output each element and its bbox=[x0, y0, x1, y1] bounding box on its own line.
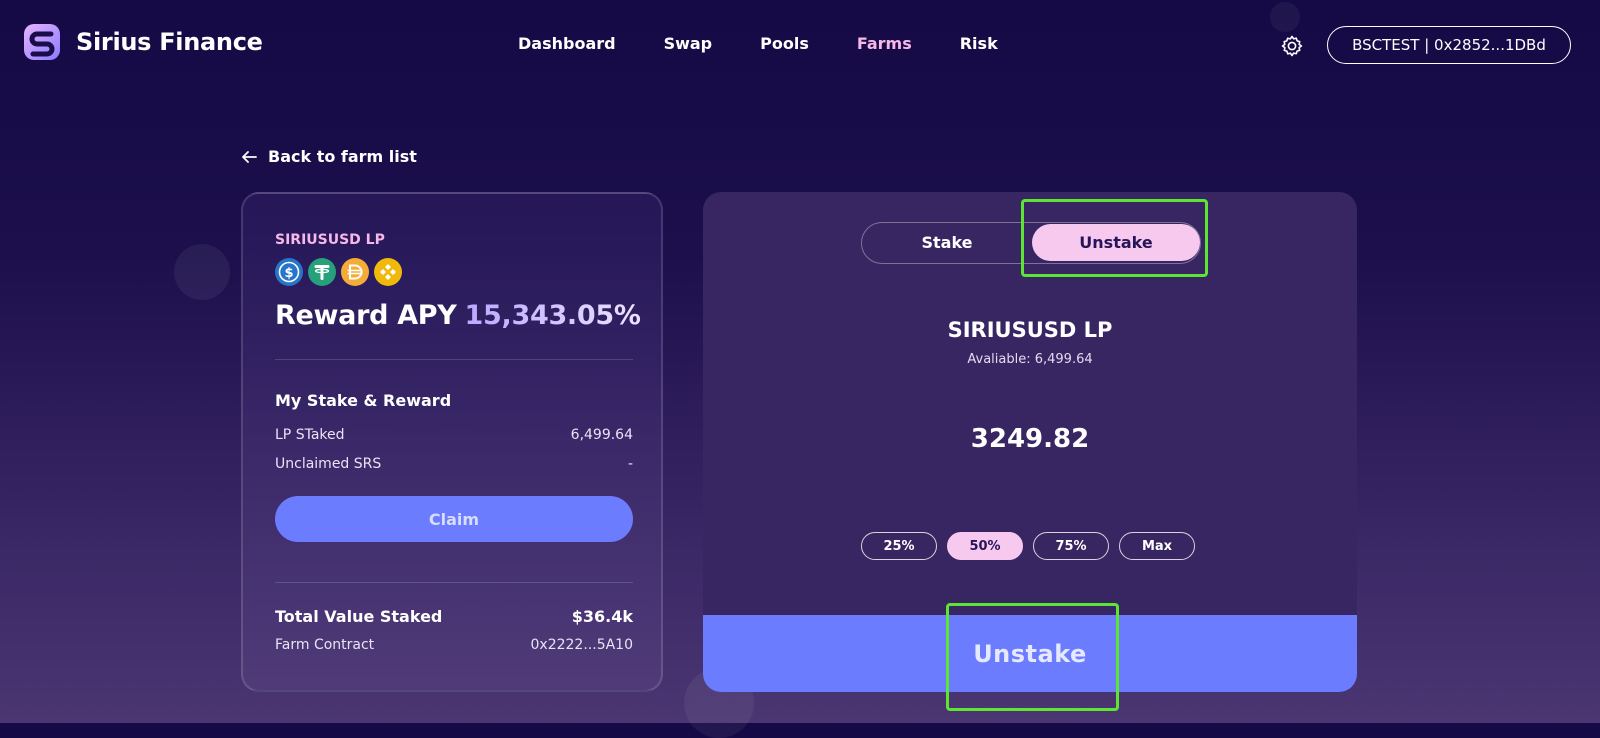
tab-stake[interactable]: Stake bbox=[862, 223, 1032, 262]
busd-icon bbox=[374, 258, 402, 286]
decorative-bubble bbox=[174, 244, 230, 300]
app-name: Sirius Finance bbox=[76, 28, 263, 56]
app-logo[interactable]: Sirius Finance bbox=[22, 22, 263, 62]
nav-dashboard[interactable]: Dashboard bbox=[518, 34, 616, 53]
usdt-icon bbox=[308, 258, 336, 286]
total-value-row: Total Value Staked $36.4k bbox=[275, 607, 633, 626]
decorative-bubble bbox=[1270, 2, 1300, 32]
arrow-left-icon bbox=[242, 150, 257, 163]
contract-address[interactable]: 0x2222...5A10 bbox=[531, 637, 633, 653]
my-stake-title: My Stake & Reward bbox=[275, 391, 452, 410]
pool-name: SIRIUSUSD LP bbox=[275, 232, 385, 248]
percent-75-button[interactable]: 75% bbox=[1033, 532, 1109, 560]
total-value-label: Total Value Staked bbox=[275, 607, 443, 626]
divider bbox=[275, 359, 633, 360]
percent-25-button[interactable]: 25% bbox=[861, 532, 937, 560]
svg-text:$: $ bbox=[284, 266, 293, 281]
claim-button[interactable]: Claim bbox=[275, 496, 633, 542]
nav-pools[interactable]: Pools bbox=[760, 34, 809, 53]
percent-max-button[interactable]: Max bbox=[1119, 532, 1195, 560]
reward-apy: Reward APY 15,343.05% bbox=[275, 300, 641, 331]
back-to-farm-list-link[interactable]: Back to farm list bbox=[240, 147, 417, 166]
percent-50-button[interactable]: 50% bbox=[947, 532, 1023, 560]
farm-info-card: SIRIUSUSD LP $ Reward APY 15,343.05% My S… bbox=[241, 192, 663, 692]
unclaimed-label: Unclaimed SRS bbox=[275, 456, 382, 472]
nav-farms[interactable]: Farms bbox=[857, 34, 912, 53]
nav-swap[interactable]: Swap bbox=[664, 34, 713, 53]
wallet-button[interactable]: BSCTEST | 0x2852...1DBd bbox=[1327, 26, 1571, 64]
sirius-logo-icon bbox=[24, 24, 60, 60]
contract-label: Farm Contract bbox=[275, 637, 375, 653]
contract-row: Farm Contract 0x2222...5A10 bbox=[275, 637, 633, 653]
highlight-box-unstake-tab bbox=[1021, 199, 1208, 277]
percent-options: 25% 50% 75% Max bbox=[861, 532, 1195, 560]
reward-apy-label: Reward APY bbox=[275, 300, 457, 331]
usdc-icon: $ bbox=[275, 258, 303, 286]
reward-apy-value: 15,343.05% bbox=[464, 300, 641, 331]
dai-icon bbox=[341, 258, 369, 286]
highlight-box-unstake-button bbox=[946, 603, 1119, 711]
unclaimed-row: Unclaimed SRS - bbox=[275, 456, 633, 472]
token-icons: $ bbox=[275, 258, 402, 286]
back-link-label: Back to farm list bbox=[268, 147, 417, 166]
nav-risk[interactable]: Risk bbox=[960, 34, 998, 53]
unclaimed-value: - bbox=[627, 456, 633, 472]
amount-input[interactable]: 3249.82 bbox=[703, 424, 1357, 454]
gear-icon[interactable] bbox=[1280, 34, 1304, 58]
lp-staked-label: LP STaked bbox=[275, 427, 345, 443]
lp-staked-value: 6,499.64 bbox=[570, 427, 633, 443]
lp-token-title: SIRIUSUSD LP bbox=[947, 318, 1113, 342]
total-value-value: $36.4k bbox=[571, 607, 633, 626]
lp-staked-row: LP STaked 6,499.64 bbox=[275, 427, 633, 443]
divider bbox=[275, 582, 633, 583]
available-balance: Avaliable: 6,499.64 bbox=[967, 352, 1093, 367]
main-nav: Dashboard Swap Pools Farms Risk bbox=[518, 34, 998, 53]
